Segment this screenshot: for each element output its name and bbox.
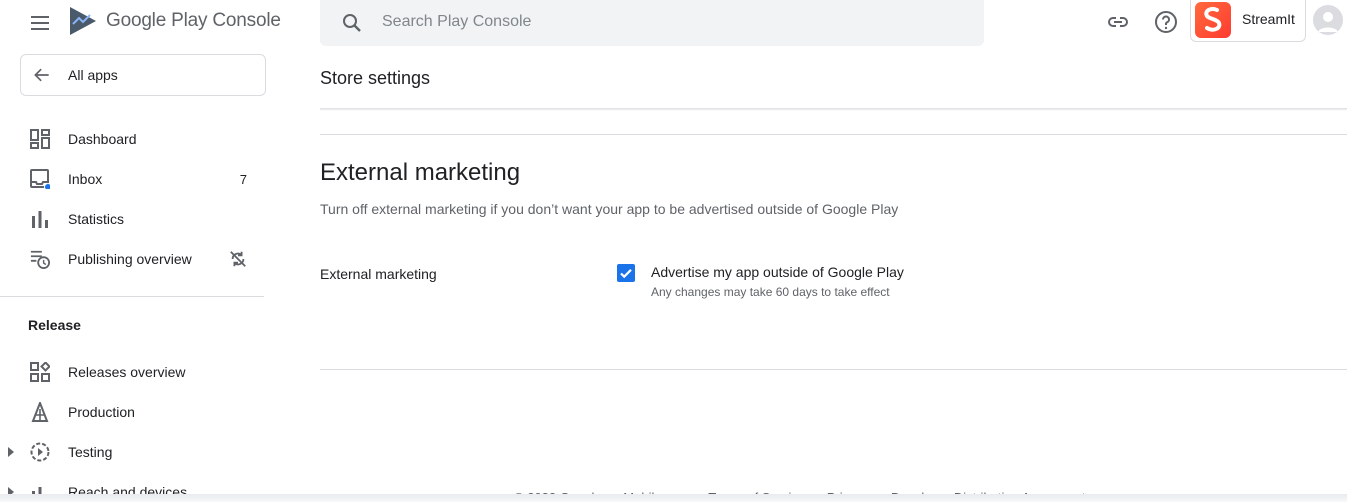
- account-avatar[interactable]: [1313, 5, 1343, 35]
- section-title: External marketing: [320, 159, 521, 186]
- sidebar-item-label: Testing: [68, 444, 113, 460]
- inbox-icon: [30, 169, 50, 189]
- sidebar-item-publishing-overview[interactable]: Publishing overview: [0, 239, 264, 279]
- all-apps-label: All apps: [68, 67, 118, 83]
- checkmark-icon: [620, 269, 632, 279]
- search-icon: [343, 14, 361, 32]
- expand-caret-icon[interactable]: [8, 447, 14, 457]
- app-switcher[interactable]: StreamIt: [1190, 0, 1306, 42]
- external-marketing-label: External marketing: [320, 266, 437, 282]
- releases-overview-icon: [30, 362, 50, 382]
- app-icon: [1195, 2, 1231, 38]
- logo-text: Google Play Console: [106, 10, 281, 31]
- search-input[interactable]: Search Play Console: [382, 13, 531, 31]
- sidebar-item-label: Inbox: [68, 171, 103, 187]
- sidebar-item-label: Dashboard: [68, 131, 137, 147]
- menu-icon[interactable]: [28, 11, 52, 35]
- sidebar-item-label: Releases overview: [68, 364, 186, 380]
- play-console-logo-icon: [70, 7, 96, 35]
- section-divider-top: [320, 134, 1347, 135]
- all-apps-button[interactable]: All apps: [20, 54, 266, 96]
- sidebar-item-dashboard[interactable]: Dashboard: [0, 119, 264, 159]
- bottom-scroll-shadow: [0, 494, 1347, 502]
- help-icon[interactable]: [1154, 10, 1178, 34]
- inbox-count-badge: 7: [239, 171, 247, 187]
- sidebar-item-label: Publishing overview: [68, 251, 192, 267]
- sidebar-item-statistics[interactable]: Statistics: [0, 199, 264, 239]
- advertise-checkbox[interactable]: [617, 264, 635, 282]
- sync-disabled-icon[interactable]: [229, 250, 247, 268]
- sidebar-divider: [0, 296, 264, 297]
- search-bar[interactable]: Search Play Console: [320, 0, 984, 46]
- link-icon[interactable]: [1106, 10, 1130, 34]
- testing-icon: [30, 442, 50, 462]
- advertise-checkbox-label[interactable]: Advertise my app outside of Google Play: [651, 264, 904, 280]
- dashboard-icon: [30, 129, 50, 149]
- sidebar-item-inbox[interactable]: Inbox 7: [0, 159, 264, 199]
- production-icon: [31, 402, 49, 422]
- sidebar-item-production[interactable]: Production: [0, 392, 264, 432]
- sidebar-item-testing[interactable]: Testing: [0, 432, 264, 472]
- google-play-console-logo[interactable]: Google Play Console: [68, 5, 281, 37]
- app-name: StreamIt: [1242, 11, 1295, 27]
- sidebar-section-release: Release: [28, 317, 81, 333]
- bar-chart-icon: [32, 211, 48, 228]
- advertise-checkbox-sublabel: Any changes may take 60 days to take eff…: [651, 285, 890, 299]
- arrow-back-icon: [34, 68, 49, 82]
- publishing-icon: [30, 250, 50, 269]
- section-description: Turn off external marketing if you don’t…: [320, 201, 899, 217]
- sidebar-item-label: Production: [68, 404, 135, 420]
- header-shadow: [320, 108, 1347, 111]
- section-divider-bottom: [320, 369, 1347, 370]
- sidebar-item-label: Statistics: [68, 211, 125, 227]
- page-title: Store settings: [320, 68, 431, 88]
- sidebar-item-releases-overview[interactable]: Releases overview: [0, 352, 264, 392]
